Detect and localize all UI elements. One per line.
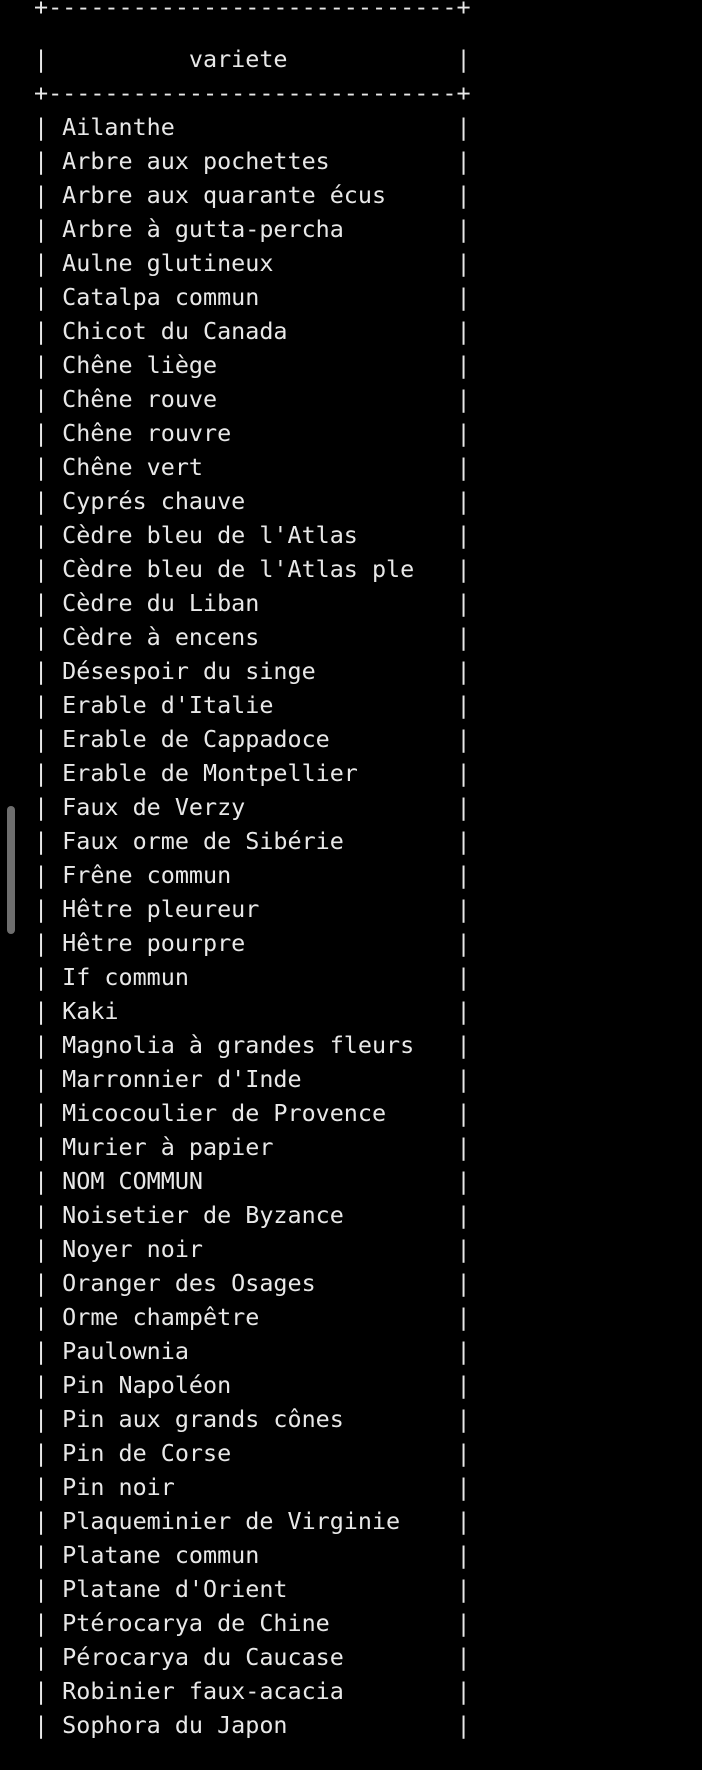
table-row: | Erable de Cappadoce | [34,725,471,753]
table-row: | Arbre à gutta-percha | [34,215,471,243]
terminal-output: +-----------------------------+ | variet… [0,0,702,1770]
table-header: | variete | [34,45,471,73]
table-row: | Platane d'Orient | [34,1575,471,1603]
table-row: | Micocoulier de Provence | [34,1099,471,1127]
header-border: +-----------------------------+ [34,79,471,107]
table-row: | Ailanthe | [34,113,471,141]
table-row: | Orme champêtre | [34,1303,471,1331]
table-row: | Hêtre pourpre | [34,929,471,957]
table-row: | NOM COMMUN | [34,1167,471,1195]
table-row: | Frêne commun | [34,861,471,889]
table-row: | Kaki | [34,997,471,1025]
table-row: | Pin aux grands cônes | [34,1405,471,1433]
table-row: | Paulownia | [34,1337,471,1365]
table-row: | Cèdre à encens | [34,623,471,651]
table-row: | Noisetier de Byzance | [34,1201,471,1229]
table-row: | Catalpa commun | [34,283,471,311]
table-row: | Faux orme de Sibérie | [34,827,471,855]
table-row: | Chêne rouve | [34,385,471,413]
table-row: | Ptérocarya de Chine | [34,1609,471,1637]
table-row: | Noyer noir | [34,1235,471,1263]
table-row: | Cyprés chauve | [34,487,471,515]
table-row: | If commun | [34,963,471,991]
table-row: | Chêne liège | [34,351,471,379]
table-row: | Désespoir du singe | [34,657,471,685]
table-row: | Pin noir | [34,1473,471,1501]
table-row: | Hêtre pleureur | [34,895,471,923]
table-row: | Plaqueminier de Virginie | [34,1507,471,1535]
table-row: | Cèdre du Liban | [34,589,471,617]
table-row: | Pin Napoléon | [34,1371,471,1399]
table-row: | Pérocarya du Caucase | [34,1643,471,1671]
table-row: | Erable de Montpellier | [34,759,471,787]
table-row: | Chicot du Canada | [34,317,471,345]
table-row: | Erable d'Italie | [34,691,471,719]
table-row: | Cèdre bleu de l'Atlas | [34,521,471,549]
table-row: | Sophora du Japon | [34,1711,471,1739]
table-row: | Pin de Corse | [34,1439,471,1467]
table-row: | Arbre aux pochettes | [34,147,471,175]
table-row: | Cèdre bleu de l'Atlas ple | [34,555,471,583]
table-row: | Faux de Verzy | [34,793,471,821]
table-row: | Arbre aux quarante écus | [34,181,471,209]
table-row: | Marronnier d'Inde | [34,1065,471,1093]
table-row: | Chêne rouvre | [34,419,471,447]
table-row: | Platane commun | [34,1541,471,1569]
table-row: | Magnolia à grandes fleurs | [34,1031,471,1059]
scrollbar-thumb[interactable] [7,806,15,934]
table-row: | Oranger des Osages | [34,1269,471,1297]
table-row: | Chêne vert | [34,453,471,481]
table-row: | Murier à papier | [34,1133,471,1161]
table-row: | Robinier faux-acacia | [34,1677,471,1705]
top-border: +-----------------------------+ [34,0,471,21]
table-row: | Aulne glutineux | [34,249,471,277]
